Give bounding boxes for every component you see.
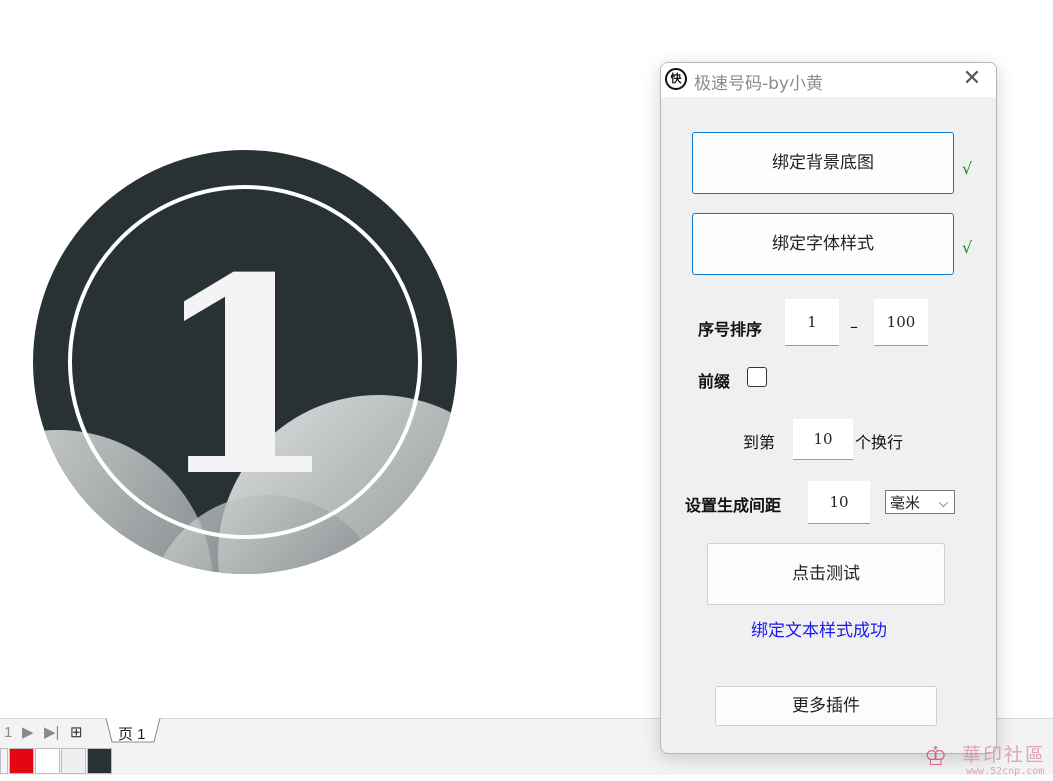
wrap-prefix-label: 到第 [743,433,776,452]
plugin-dialog: 快 极速号码-by小黄 ✕ 绑定背景底图 √ 绑定字体样式 √ 序号排序 1 –… [660,62,997,754]
bind-background-check: √ [962,159,973,178]
spacing-input[interactable]: 10 [808,481,870,524]
watermark-url: www.52cnp.com [966,766,1045,777]
last-page-icon[interactable]: ▶| [44,723,59,743]
spacing-unit-value: 毫米 [890,494,921,512]
prefix-label: 前缀 [698,372,731,391]
palette-swatch-light-gray[interactable] [61,748,86,774]
prefix-checkbox[interactable] [747,367,767,387]
palette-swatch-dark-slate[interactable] [87,748,112,774]
more-plugins-button[interactable]: 更多插件 [715,686,937,726]
close-icon[interactable]: ✕ [960,67,984,91]
sequence-start-input[interactable]: 1 [785,299,839,346]
sequence-label: 序号排序 [698,320,763,339]
site-watermark: ♔ 華印社區 www.52cnp.com [922,740,1053,781]
sequence-dash: – [850,317,858,336]
bind-font-button[interactable]: 绑定字体样式 [692,213,954,275]
add-page-icon[interactable]: ⊞ [70,723,83,743]
palette-swatch-white[interactable] [35,748,60,774]
spacing-label: 设置生成间距 [685,496,782,515]
chevron-down-icon: ⌵ [938,496,948,510]
wrap-count-input[interactable]: 10 [793,419,853,460]
next-page-icon[interactable]: ▶ [22,723,34,743]
status-message: 绑定文本样式成功 [751,621,887,641]
bind-font-check: √ [962,238,973,257]
watermark-title: 華印社區 [962,744,1047,766]
bind-background-button[interactable]: 绑定背景底图 [692,132,954,194]
badge-graphic: 1 [33,150,457,574]
page-tab-1[interactable]: 页 1 [104,718,162,744]
wrap-suffix-label: 个换行 [855,433,904,452]
palette-swatch-red[interactable] [9,748,34,774]
dialog-titlebar[interactable]: 快 极速号码-by小黄 ✕ [661,63,996,97]
app-logo-icon: 快 [665,68,687,90]
badge-numeral: 1 [151,218,339,536]
test-button[interactable]: 点击测试 [707,543,945,605]
palette-swatch-partial[interactable] [0,748,8,774]
watermark-logo-icon: ♔ [924,742,948,772]
dialog-title: 极速号码-by小黄 [694,74,823,94]
spacing-unit-select[interactable]: 毫米 ⌵ [885,490,955,514]
number-badge[interactable]: 1 [28,145,464,581]
page-number-indicator: 1 [4,724,13,741]
page-tab-label: 页 1 [118,726,146,743]
sequence-end-input[interactable]: 100 [874,299,928,346]
